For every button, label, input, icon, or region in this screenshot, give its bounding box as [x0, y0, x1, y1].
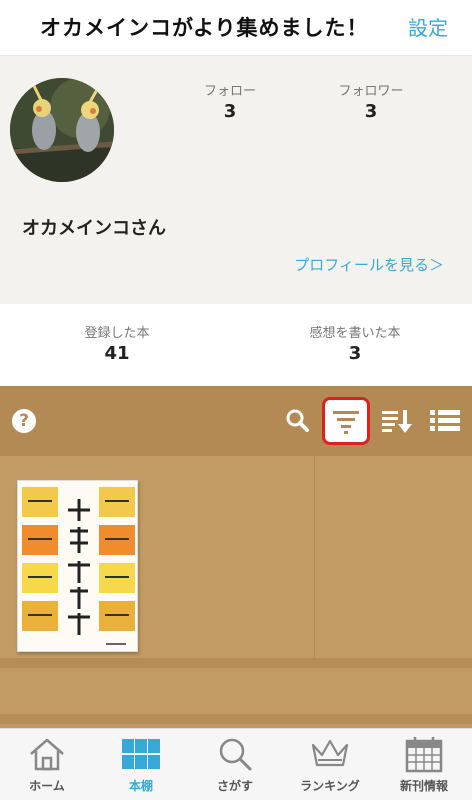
book-cover-icon — [18, 481, 137, 651]
reviewed-count: 3 — [348, 343, 362, 364]
tab-new-releases-label: 新刊情報 — [399, 779, 448, 793]
avatar[interactable] — [10, 78, 114, 182]
shelf-board — [0, 714, 472, 724]
top-header: オカメインコがより集めました！ 設定 — [0, 0, 472, 56]
filter-icon — [333, 411, 359, 434]
tab-home[interactable]: ホーム — [0, 735, 94, 794]
cockatiel-avatar-icon — [10, 78, 114, 182]
follow-label: フォロー — [203, 84, 256, 99]
book-cover[interactable] — [17, 480, 138, 652]
crown-icon — [311, 739, 349, 767]
shelf-toolbar: ? — [0, 386, 472, 456]
registered-books-stat[interactable]: 登録した本 41 — [37, 322, 197, 364]
search-button[interactable] — [277, 400, 319, 442]
tab-bookshelf-label: 本棚 — [128, 779, 153, 793]
tab-bookshelf[interactable]: 本棚 — [94, 735, 188, 794]
settings-button[interactable]: 設定 — [408, 12, 448, 41]
registered-label: 登録した本 — [84, 326, 150, 341]
help-icon[interactable]: ? — [12, 409, 36, 433]
page-title: オカメインコがより集めました！ — [40, 16, 369, 40]
bottom-tab-bar: ホーム 本棚 さがす ランキング 新刊情報 — [0, 728, 472, 800]
follower-stat[interactable]: フォロワー 3 — [316, 80, 426, 122]
shelf-board — [0, 658, 472, 668]
tab-new-releases[interactable]: 新刊情報 — [377, 735, 471, 794]
list-view-icon — [430, 410, 460, 431]
follower-label: フォロワー — [338, 84, 404, 99]
bookshelf — [0, 456, 472, 728]
reviewed-books-stat[interactable]: 感想を書いた本 3 — [275, 322, 435, 364]
reviewed-label: 感想を書いた本 — [309, 326, 401, 341]
tab-ranking-label: ランキング — [300, 779, 360, 793]
tab-ranking[interactable]: ランキング — [283, 735, 377, 794]
tab-home-label: ホーム — [29, 779, 65, 793]
book-counts: 登録した本 41 感想を書いた本 3 — [0, 304, 472, 386]
follower-count: 3 — [364, 101, 378, 122]
home-icon — [30, 738, 64, 771]
search-icon — [219, 738, 252, 771]
search-icon — [286, 409, 309, 432]
profile-section: フォロー 3 フォロワー 3 オカメインコさん プロフィールを見る＞ — [0, 56, 472, 304]
sort-icon — [382, 410, 412, 433]
filter-button[interactable] — [322, 397, 370, 445]
registered-count: 41 — [104, 343, 130, 364]
sort-button[interactable] — [376, 400, 418, 442]
shelf-seam — [314, 456, 315, 658]
list-view-button[interactable] — [424, 400, 466, 442]
tab-search-label: さがす — [216, 779, 253, 793]
tab-search[interactable]: さがす — [188, 735, 282, 794]
bookshelf-icon — [122, 739, 160, 769]
view-profile-link[interactable]: プロフィールを見る＞ — [294, 254, 444, 275]
username: オカメインコさん — [22, 218, 166, 239]
follow-stat[interactable]: フォロー 3 — [175, 80, 285, 122]
calendar-icon — [405, 737, 443, 773]
follow-count: 3 — [223, 101, 237, 122]
